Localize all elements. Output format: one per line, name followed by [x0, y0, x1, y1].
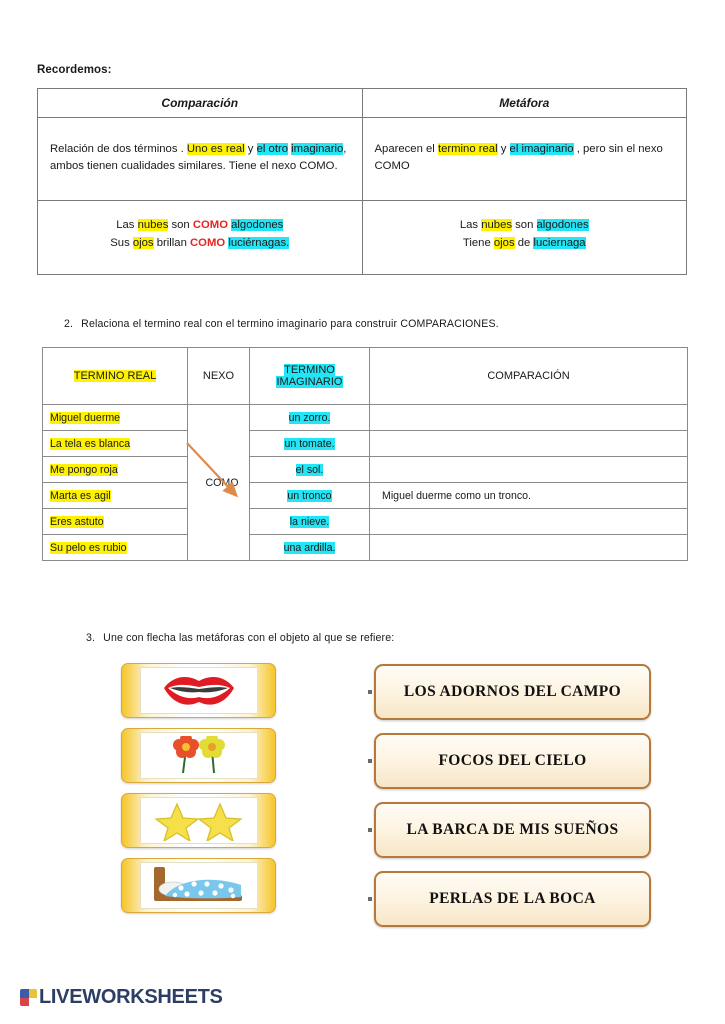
table-row: Relación de dos términos . Uno es real y… — [37, 117, 687, 201]
exercise-3-text: Une con flecha las metáforas con el obje… — [103, 632, 395, 644]
termino-real-cell[interactable]: Miguel duerme — [42, 404, 188, 431]
metaphor-box[interactable]: FOCOS DEL CIELO — [368, 733, 651, 789]
liveworksheets-logo[interactable]: LIVEWORKSHEETS — [20, 986, 223, 1009]
termino-imaginario-cell[interactable]: un zorro. — [249, 404, 370, 431]
picture-card-flowers[interactable] — [121, 728, 276, 783]
table-row: La tela es blanca un tomate. — [42, 430, 688, 457]
comparacion-cell[interactable] — [369, 430, 688, 457]
liveworksheets-logo-icon — [20, 989, 37, 1006]
metaphor-column: LOS ADORNOS DEL CAMPO FOCOS DEL CIELO LA… — [368, 664, 651, 940]
logo-tile-3 — [20, 997, 29, 1006]
picture-frame — [140, 732, 258, 779]
termino-imaginario-cell[interactable]: un tomate. — [249, 430, 370, 457]
termino-real-cell[interactable]: Marta es agil — [42, 482, 188, 509]
metaphor-label: FOCOS DEL CIELO — [438, 752, 587, 769]
logo-tile-2 — [28, 989, 37, 998]
example-line: Las nubes son COMO algodones — [116, 218, 284, 231]
table-header-row: TERMINO REAL NEXO TERMINO IMAGINARIO COM… — [42, 347, 688, 405]
table-row: Las nubes son COMO algodones Sus ojos bri… — [37, 200, 687, 275]
comparacion-cell[interactable] — [369, 534, 688, 561]
exercise-3-number: 3. — [86, 632, 96, 644]
header-nexo: NEXO — [187, 347, 250, 405]
termino-imaginario-cell[interactable]: el sol. — [249, 456, 370, 483]
termino-real-cell[interactable]: Eres astuto — [42, 508, 188, 535]
exercise-2-number: 2. — [64, 318, 74, 330]
picture-frame — [140, 797, 258, 844]
picture-frame — [140, 862, 258, 909]
comparacion-cell[interactable] — [369, 404, 688, 431]
example-line: Las nubes son algodones — [459, 218, 589, 231]
connector-dot[interactable] — [368, 690, 372, 694]
bed-icon — [154, 866, 242, 901]
header-termino-real: TERMINO REAL — [42, 347, 188, 405]
logo-tile-1 — [20, 989, 29, 998]
liveworksheets-brand-text: LIVEWORKSHEETS — [39, 986, 223, 1008]
picture-column — [121, 663, 276, 923]
comparacion-cell[interactable] — [369, 508, 688, 535]
termino-real-cell[interactable]: Su pelo es rubio — [42, 534, 188, 561]
stars-icon — [154, 801, 243, 841]
connector-dot[interactable] — [368, 759, 372, 763]
picture-frame — [140, 667, 258, 714]
comparacion-cell[interactable]: Miguel duerme como un tronco. — [369, 482, 688, 509]
metaphor-box[interactable]: PERLAS DE LA BOCA — [368, 871, 651, 927]
recordemos-label: Recordemos: — [37, 64, 112, 76]
metafora-definition: Aparecen el termino real y el imaginario… — [361, 117, 687, 201]
table-row: Marta es agil un tronco Miguel duerme co… — [42, 482, 688, 509]
metaphor-label: PERLAS DE LA BOCA — [429, 890, 596, 907]
termino-imaginario-cell[interactable]: la nieve. — [249, 508, 370, 535]
exercise-2-text: Relaciona el termino real con el termino… — [81, 318, 499, 330]
lips-icon — [164, 676, 234, 705]
metafora-header: Metáfora — [361, 88, 687, 118]
header-comparacion: COMPARACIÓN — [369, 347, 688, 405]
recordemos-table: Comparación Metáfora Relación de dos tér… — [37, 88, 687, 275]
example-line: Tiene ojos de luciernaga — [462, 237, 586, 249]
comparacion-cell[interactable] — [369, 456, 688, 483]
termino-imaginario-cell[interactable]: una ardilla. — [249, 534, 370, 561]
nexo-cell: COMO — [187, 404, 250, 561]
table-row: Comparación Metáfora — [37, 88, 687, 118]
termino-real-cell[interactable]: Me pongo roja — [42, 456, 188, 483]
relaciona-table: TERMINO REAL NEXO TERMINO IMAGINARIO COM… — [42, 347, 688, 561]
table-row: Miguel duerme COMO un zorro. — [42, 404, 688, 561]
table-row: Eres astuto la nieve. — [42, 508, 688, 535]
flowers-icon — [173, 735, 225, 773]
metaphor-box[interactable]: LA BARCA DE MIS SUEÑOS — [368, 802, 651, 858]
termino-real-cell[interactable]: La tela es blanca — [42, 430, 188, 457]
comparacion-header: Comparación — [37, 88, 363, 118]
metaphor-label: LOS ADORNOS DEL CAMPO — [403, 683, 622, 700]
exercise-3-instruction: 3. Une con flecha las metáforas con el ob… — [86, 632, 394, 644]
picture-card-bed[interactable] — [121, 858, 276, 913]
comparacion-examples: Las nubes son COMO algodones Sus ojos bri… — [37, 200, 363, 275]
picture-card-lips[interactable] — [121, 663, 276, 718]
metaphor-label: LA BARCA DE MIS SUEÑOS — [406, 821, 619, 838]
example-line: Sus ojos brillan COMO luciérnagas. — [110, 237, 290, 249]
termino-imaginario-cell[interactable]: un tronco — [249, 482, 370, 509]
connector-dot[interactable] — [368, 828, 372, 832]
header-termino-imaginario: TERMINO IMAGINARIO — [249, 347, 370, 405]
logo-tile-4 — [28, 997, 37, 1006]
exercise-2-instruction: 2. Relaciona el termino real con el termi… — [64, 318, 499, 330]
picture-card-stars[interactable] — [121, 793, 276, 848]
table-row: Me pongo roja el sol. — [42, 456, 688, 483]
comparacion-definition: Relación de dos términos . Uno es real y… — [37, 117, 363, 201]
connector-dot[interactable] — [368, 897, 372, 901]
metafora-examples: Las nubes son algodones Tiene ojos de luc… — [361, 200, 687, 275]
metaphor-box[interactable]: LOS ADORNOS DEL CAMPO — [368, 664, 651, 720]
table-row: Su pelo es rubio una ardilla. — [42, 534, 688, 561]
